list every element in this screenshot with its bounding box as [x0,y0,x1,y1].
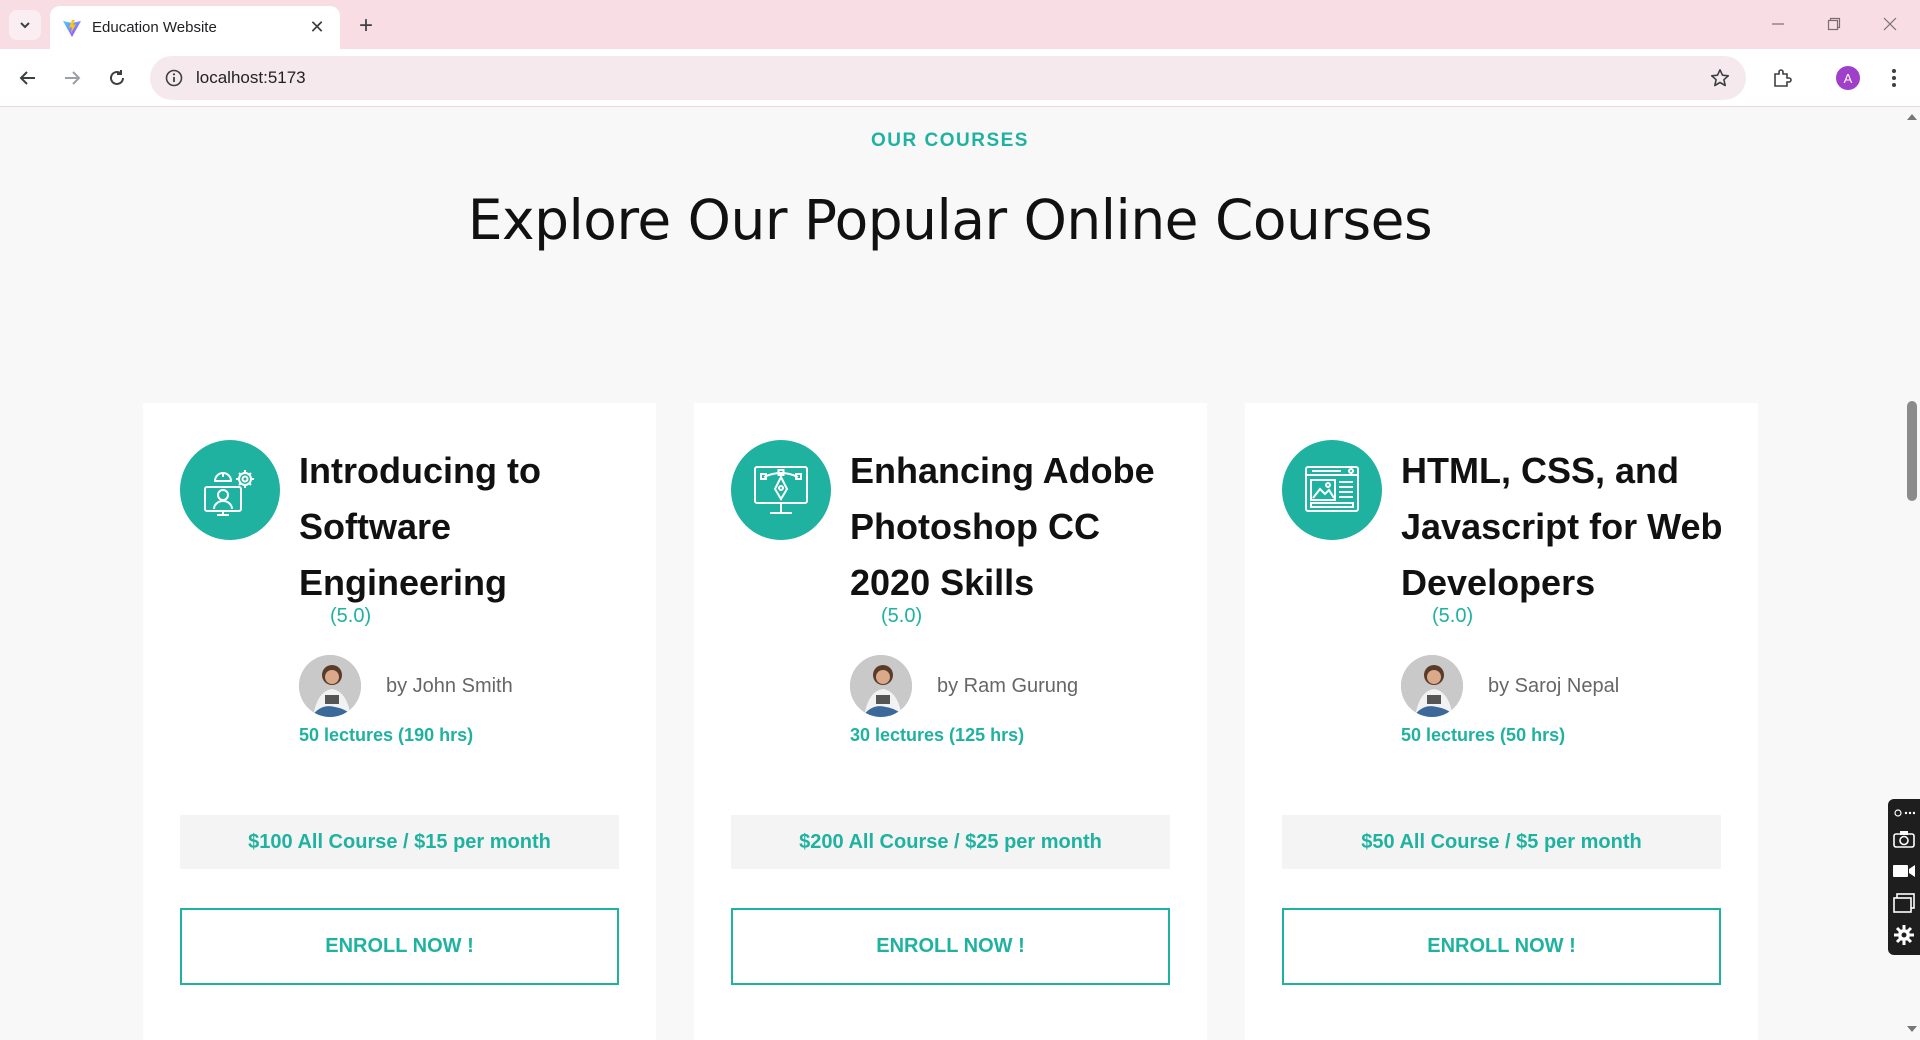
window-capture-icon[interactable] [1890,887,1918,919]
address-bar[interactable]: localhost:5173 [150,56,1746,100]
course-author: by Saroj Nepal [1488,675,1620,697]
url-text: localhost:5173 [196,68,306,87]
course-rating: (5.0) [1432,605,1474,627]
close-window-icon[interactable] [1872,10,1908,38]
course-rating: (5.0) [330,605,372,627]
info-icon[interactable] [162,66,186,90]
engineer-gear-icon [180,440,280,540]
gear-icon[interactable] [1890,919,1918,951]
instructor-avatar [850,655,912,717]
course-lectures: 50 lectures (50 hrs) [1401,725,1566,745]
more-options-icon[interactable] [1890,803,1918,823]
scroll-up-arrow-icon[interactable] [1907,114,1917,120]
enroll-button[interactable]: ENROLL NOW ! [1282,908,1721,985]
enroll-button[interactable]: ENROLL NOW ! [180,908,619,985]
forward-arrow-icon[interactable] [56,62,88,94]
instructor-avatar [299,655,361,717]
browser-tab-strip: Education Website ✕ + [0,0,1920,49]
course-lectures: 30 lectures (125 hrs) [850,725,1025,745]
web-layout-icon [1282,440,1382,540]
course-author: by Ram Gurung [937,675,1079,697]
course-card: HTML, CSS, and Javascript for Web Develo… [1245,403,1758,1040]
vite-favicon-icon [63,19,81,37]
video-camera-icon[interactable] [1890,855,1918,887]
plus-icon[interactable]: + [352,12,380,40]
instructor-avatar [1401,655,1463,717]
course-price: $100 All Course / $15 per month [180,815,619,869]
course-card: Introducing to Software Engineering (5.0… [143,403,656,1040]
section-subtitle: OUR COURSES [871,130,1029,151]
course-title[interactable]: Introducing to Software Engineering [299,443,639,611]
tab-search-icon [20,22,30,29]
course-rating: (5.0) [881,605,923,627]
scrollbar-thumb[interactable] [1907,401,1917,501]
course-card: Enhancing Adobe Photoshop CC 2020 Skills… [694,403,1207,1040]
section-title: Explore Our Popular Online Courses [467,188,1433,252]
kebab-menu-icon[interactable] [1878,62,1910,94]
profile-button[interactable]: A [1832,62,1864,94]
page-viewport: OUR COURSES Explore Our Popular Online C… [0,108,1904,1040]
scroll-down-arrow-icon[interactable] [1907,1026,1917,1032]
restore-icon[interactable] [1816,10,1852,38]
browser-tab[interactable]: Education Website ✕ [50,6,340,49]
enroll-button[interactable]: ENROLL NOW ! [731,908,1170,985]
back-arrow-icon[interactable] [12,62,44,94]
close-icon[interactable]: ✕ [306,17,328,39]
camera-icon[interactable] [1890,823,1918,855]
course-title[interactable]: Enhancing Adobe Photoshop CC 2020 Skills [850,443,1190,611]
minimize-icon[interactable] [1760,10,1796,38]
browser-toolbar: localhost:5173 A [0,49,1920,107]
course-author: by John Smith [386,675,513,697]
star-icon[interactable] [1708,66,1732,90]
capture-toolbar [1888,799,1920,955]
tab-title: Education Website [92,19,217,36]
reload-icon[interactable] [101,62,133,94]
course-title[interactable]: HTML, CSS, and Javascript for Web Develo… [1401,443,1741,611]
course-price: $50 All Course / $5 per month [1282,815,1721,869]
course-price: $200 All Course / $25 per month [731,815,1170,869]
tab-search-button[interactable] [9,10,41,40]
course-lectures: 50 lectures (190 hrs) [299,725,474,745]
extensions-icon[interactable] [1766,62,1798,94]
profile-avatar: A [1836,66,1860,90]
design-monitor-icon [731,440,831,540]
